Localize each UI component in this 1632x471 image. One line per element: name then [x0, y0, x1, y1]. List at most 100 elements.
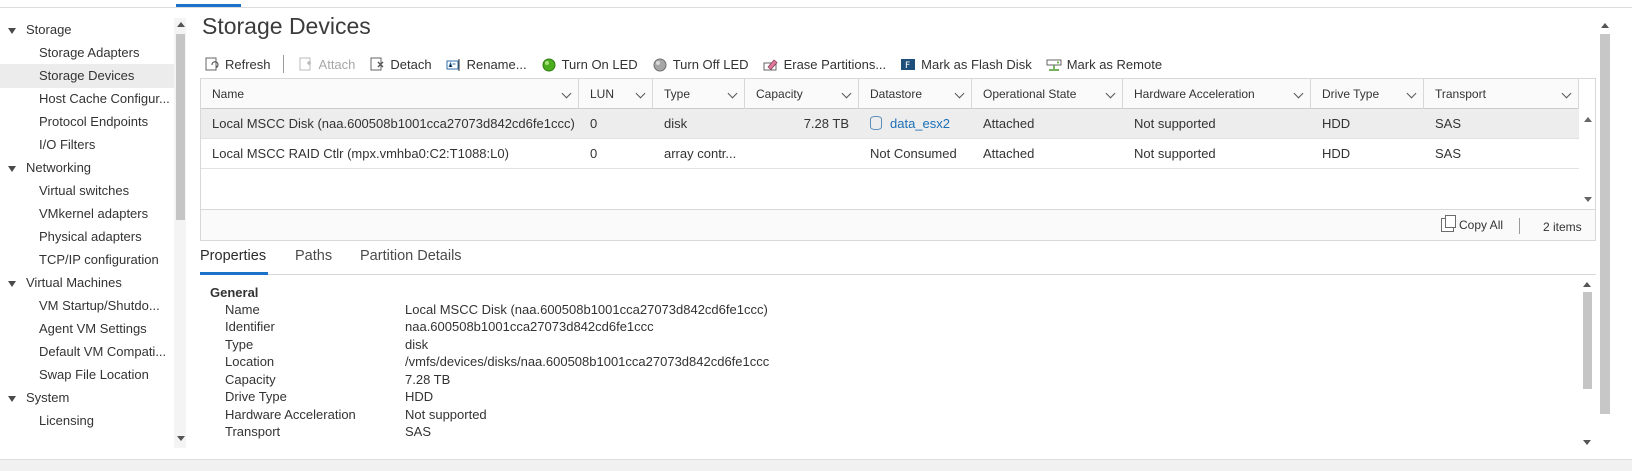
- property-value: disk: [405, 337, 429, 352]
- sidebar-scrollbar-thumb[interactable]: [176, 34, 185, 220]
- main-scrollbar-thumb[interactable]: [1600, 34, 1610, 414]
- tab-paths[interactable]: Paths: [295, 244, 332, 275]
- caret-down-icon: [8, 166, 16, 172]
- sidebar-item-label: Storage Devices: [39, 68, 135, 83]
- sidebar-item-label: I/O Filters: [39, 137, 96, 152]
- property-label: Hardware Acceleration: [225, 407, 356, 422]
- column-header-drive-type[interactable]: Drive Type: [1311, 79, 1424, 109]
- chevron-down-icon[interactable]: [954, 88, 965, 99]
- sidebar-group-storage[interactable]: Storage: [0, 18, 174, 42]
- cell-hardware-acceleration: Not supported: [1134, 146, 1216, 161]
- storage-devices-grid: Name LUN Type Capacity Datastore Operati…: [200, 78, 1596, 241]
- property-label: Type: [225, 337, 254, 352]
- properties-panel: General Name Local MSCC Disk (naa.600508b…: [200, 278, 1580, 448]
- copy-all-button[interactable]: Copy All: [1441, 215, 1504, 232]
- sidebar-item-default-vm-compatibility[interactable]: Default VM Compati...: [0, 340, 174, 364]
- scroll-down-icon[interactable]: [177, 436, 185, 441]
- scroll-down-icon[interactable]: [1583, 440, 1591, 445]
- column-header-hardware-acceleration[interactable]: Hardware Acceleration: [1123, 79, 1311, 109]
- sidebar-item-storage-devices[interactable]: Storage Devices: [0, 64, 174, 88]
- sidebar-item-virtual-switches[interactable]: Virtual switches: [0, 179, 174, 203]
- column-header-operational-state[interactable]: Operational State: [972, 79, 1123, 109]
- cell-lun: 0: [590, 146, 598, 161]
- column-header-lun[interactable]: LUN: [579, 79, 653, 109]
- grid-scrollbar[interactable]: [1581, 109, 1595, 207]
- cell-drive-type: HDD: [1322, 146, 1351, 161]
- sidebar-item-protocol-endpoints[interactable]: Protocol Endpoints: [0, 110, 174, 134]
- scroll-up-icon[interactable]: [1601, 23, 1609, 28]
- turn-on-led-button[interactable]: Turn On LED: [541, 56, 638, 72]
- property-value: /vmfs/devices/disks/naa.600508b1001cca27…: [405, 354, 770, 369]
- sidebar-group-networking[interactable]: Networking: [0, 156, 174, 180]
- sidebar-item-agent-vm-settings[interactable]: Agent VM Settings: [0, 317, 174, 341]
- column-header-datastore[interactable]: Datastore: [859, 79, 972, 109]
- tab-properties[interactable]: Properties: [200, 244, 268, 275]
- rename-button[interactable]: Rename...: [446, 56, 527, 72]
- sidebar-item-physical-adapters[interactable]: Physical adapters: [0, 225, 174, 249]
- sidebar-item-vm-startup-shutdown[interactable]: VM Startup/Shutdo...: [0, 294, 174, 318]
- column-header-label: Capacity: [756, 87, 803, 101]
- cell-capacity: 7.28 TB: [803, 116, 849, 131]
- sidebar-item-vmkernel-adapters[interactable]: VMkernel adapters: [0, 202, 174, 226]
- sidebar-group-system[interactable]: System: [0, 386, 174, 410]
- turn-off-led-button[interactable]: Turn Off LED: [652, 56, 749, 72]
- attach-button[interactable]: Attach: [298, 56, 355, 72]
- detach-button[interactable]: Detach: [369, 56, 432, 72]
- scroll-up-icon[interactable]: [1583, 282, 1591, 287]
- column-header-name[interactable]: Name: [201, 79, 579, 109]
- sidebar-item-label: Physical adapters: [39, 229, 142, 244]
- mark-remote-button[interactable]: Mark as Remote: [1046, 56, 1162, 72]
- property-value: HDD: [405, 389, 434, 404]
- tab-partition-details[interactable]: Partition Details: [360, 244, 462, 275]
- column-header-type[interactable]: Type: [653, 79, 745, 109]
- refresh-label: Refresh: [225, 56, 271, 72]
- toolbar: Refresh Attach Detach Rename... Turn On …: [204, 53, 1176, 75]
- grid-footer: Copy All 2 items: [201, 209, 1595, 240]
- copy-icon: [1441, 215, 1456, 232]
- table-row[interactable]: Local MSCC Disk (naa.600508b1001cca27073…: [201, 109, 1579, 139]
- eraser-icon: [763, 56, 779, 72]
- property-label: Name: [225, 302, 260, 317]
- main-scrollbar[interactable]: [1598, 18, 1612, 448]
- led-off-icon: [652, 56, 668, 72]
- chevron-down-icon[interactable]: [1293, 88, 1304, 99]
- sidebar-item-host-cache-configuration[interactable]: Host Cache Configur...: [0, 87, 174, 111]
- datastore-link[interactable]: data_esx2: [890, 116, 950, 131]
- refresh-button[interactable]: Refresh: [204, 56, 271, 72]
- scroll-up-icon[interactable]: [1584, 117, 1592, 122]
- column-header-transport[interactable]: Transport: [1424, 79, 1579, 109]
- properties-scrollbar[interactable]: [1580, 278, 1594, 448]
- sidebar-item-label: System: [26, 390, 70, 405]
- cell-name: Local MSCC Disk (naa.600508b1001cca27073…: [212, 116, 575, 131]
- sidebar-item-storage-adapters[interactable]: Storage Adapters: [0, 41, 174, 65]
- column-header-label: Transport: [1435, 87, 1486, 101]
- erase-partitions-button[interactable]: Erase Partitions...: [763, 56, 887, 72]
- top-tab-indicator: [176, 4, 241, 7]
- property-label: Identifier: [225, 319, 275, 334]
- chevron-down-icon[interactable]: [561, 88, 572, 99]
- column-header-capacity[interactable]: Capacity: [745, 79, 859, 109]
- sidebar-item-swap-file-location[interactable]: Swap File Location: [0, 363, 174, 387]
- scroll-up-icon[interactable]: [177, 22, 185, 27]
- scroll-down-icon[interactable]: [1584, 197, 1592, 202]
- sidebar-item-label: Storage: [26, 22, 72, 37]
- sidebar-item-label: Storage Adapters: [39, 45, 140, 60]
- chevron-down-icon[interactable]: [1406, 88, 1417, 99]
- sidebar-item-io-filters[interactable]: I/O Filters: [0, 133, 174, 157]
- chevron-down-icon[interactable]: [727, 88, 738, 99]
- erase-partitions-label: Erase Partitions...: [783, 56, 887, 72]
- table-row[interactable]: Local MSCC RAID Ctlr (mpx.vmhba0:C2:T108…: [201, 139, 1579, 169]
- turn-on-led-label: Turn On LED: [561, 56, 638, 72]
- chevron-down-icon[interactable]: [635, 88, 646, 99]
- sidebar-item-licensing[interactable]: Licensing: [0, 409, 174, 433]
- rename-icon: [446, 56, 462, 72]
- chevron-down-icon[interactable]: [1561, 88, 1572, 99]
- chevron-down-icon[interactable]: [1105, 88, 1116, 99]
- properties-scrollbar-thumb[interactable]: [1583, 292, 1592, 389]
- sidebar: Storage Storage Adapters Storage Devices…: [0, 18, 174, 448]
- mark-flash-disk-button[interactable]: F Mark as Flash Disk: [900, 56, 1032, 72]
- chevron-down-icon[interactable]: [841, 88, 852, 99]
- copy-all-label: Copy All: [1459, 218, 1504, 232]
- sidebar-item-tcpip-configuration[interactable]: TCP/IP configuration: [0, 248, 174, 272]
- sidebar-group-virtual-machines[interactable]: Virtual Machines: [0, 271, 174, 295]
